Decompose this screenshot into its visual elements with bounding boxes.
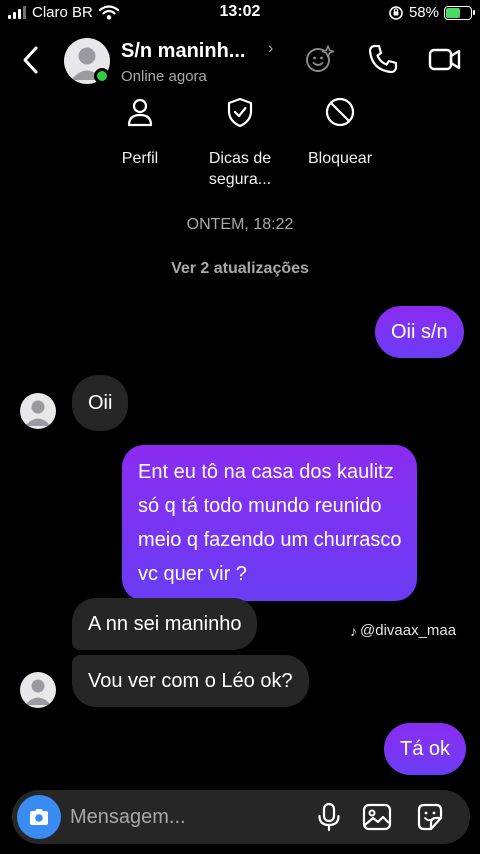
microphone-icon[interactable] <box>314 802 344 832</box>
message-sent[interactable]: Oii s/n <box>375 306 464 358</box>
battery-icon <box>444 5 475 20</box>
message-line: só q tá todo mundo reunido <box>138 495 382 517</box>
online-indicator <box>94 68 110 84</box>
profile-label: Perfil <box>121 150 159 167</box>
video-camera-icon[interactable] <box>428 42 462 76</box>
back-chevron-icon[interactable] <box>16 44 46 76</box>
camera-button[interactable] <box>17 795 61 839</box>
block-button[interactable]: Bloquear <box>290 96 390 169</box>
sender-avatar[interactable] <box>20 393 56 429</box>
effects-icon[interactable] <box>303 42 337 76</box>
shield-check-icon <box>227 97 253 128</box>
safety-tips-button[interactable]: Dicas de segura... <box>190 96 290 190</box>
online-status: Online agora <box>121 68 207 85</box>
message-line: meio q fazendo um churrasco <box>138 529 402 551</box>
chevron-right-icon[interactable]: › <box>268 40 273 58</box>
message-sent[interactable]: Tá ok <box>384 723 467 775</box>
safety-tips-label: Dicas de segura... <box>208 150 272 188</box>
date-separator: ONTEM, 18:22 <box>186 216 294 233</box>
person-icon <box>127 98 153 127</box>
contact-name[interactable]: S/n maninh... <box>121 40 245 63</box>
message-line: vc quer vir ? <box>138 563 247 585</box>
profile-button[interactable]: Perfil <box>90 96 190 169</box>
message-received[interactable]: Oii <box>72 375 129 431</box>
sender-avatar[interactable] <box>20 672 56 708</box>
status-bar: Claro BR 13:02 58% <box>0 0 480 28</box>
chat-header: S/n maninh... › Online agora <box>0 28 480 96</box>
message-line: Ent eu tô na casa dos kaulitz <box>138 461 394 483</box>
watermark-text: @divaax_maa <box>360 622 457 639</box>
tiktok-watermark: ♪ @divaax_maa <box>350 622 456 639</box>
message-input[interactable] <box>70 804 300 830</box>
see-updates-link[interactable]: Ver 2 atualizações <box>0 260 480 278</box>
message-composer <box>12 790 470 844</box>
tiktok-icon: ♪ <box>350 622 357 639</box>
message-received[interactable]: A nn sei maninho <box>72 598 258 650</box>
status-right: 58% <box>388 4 475 21</box>
camera-icon <box>30 809 48 825</box>
phone-icon[interactable] <box>366 42 400 76</box>
block-label: Bloquear <box>307 150 373 167</box>
message-sent-multiline[interactable]: Ent eu tô na casa dos kaulitz só q tá to… <box>122 445 418 601</box>
gallery-icon[interactable] <box>362 802 392 832</box>
profile-actions: Perfil Dicas de segura... Bloquear <box>0 96 480 196</box>
block-icon <box>325 97 355 127</box>
sticker-icon[interactable] <box>415 802 445 832</box>
orientation-lock-icon <box>389 5 403 20</box>
message-received[interactable]: Vou ver com o Léo ok? <box>72 655 309 707</box>
battery-percent: 58% <box>408 4 439 21</box>
